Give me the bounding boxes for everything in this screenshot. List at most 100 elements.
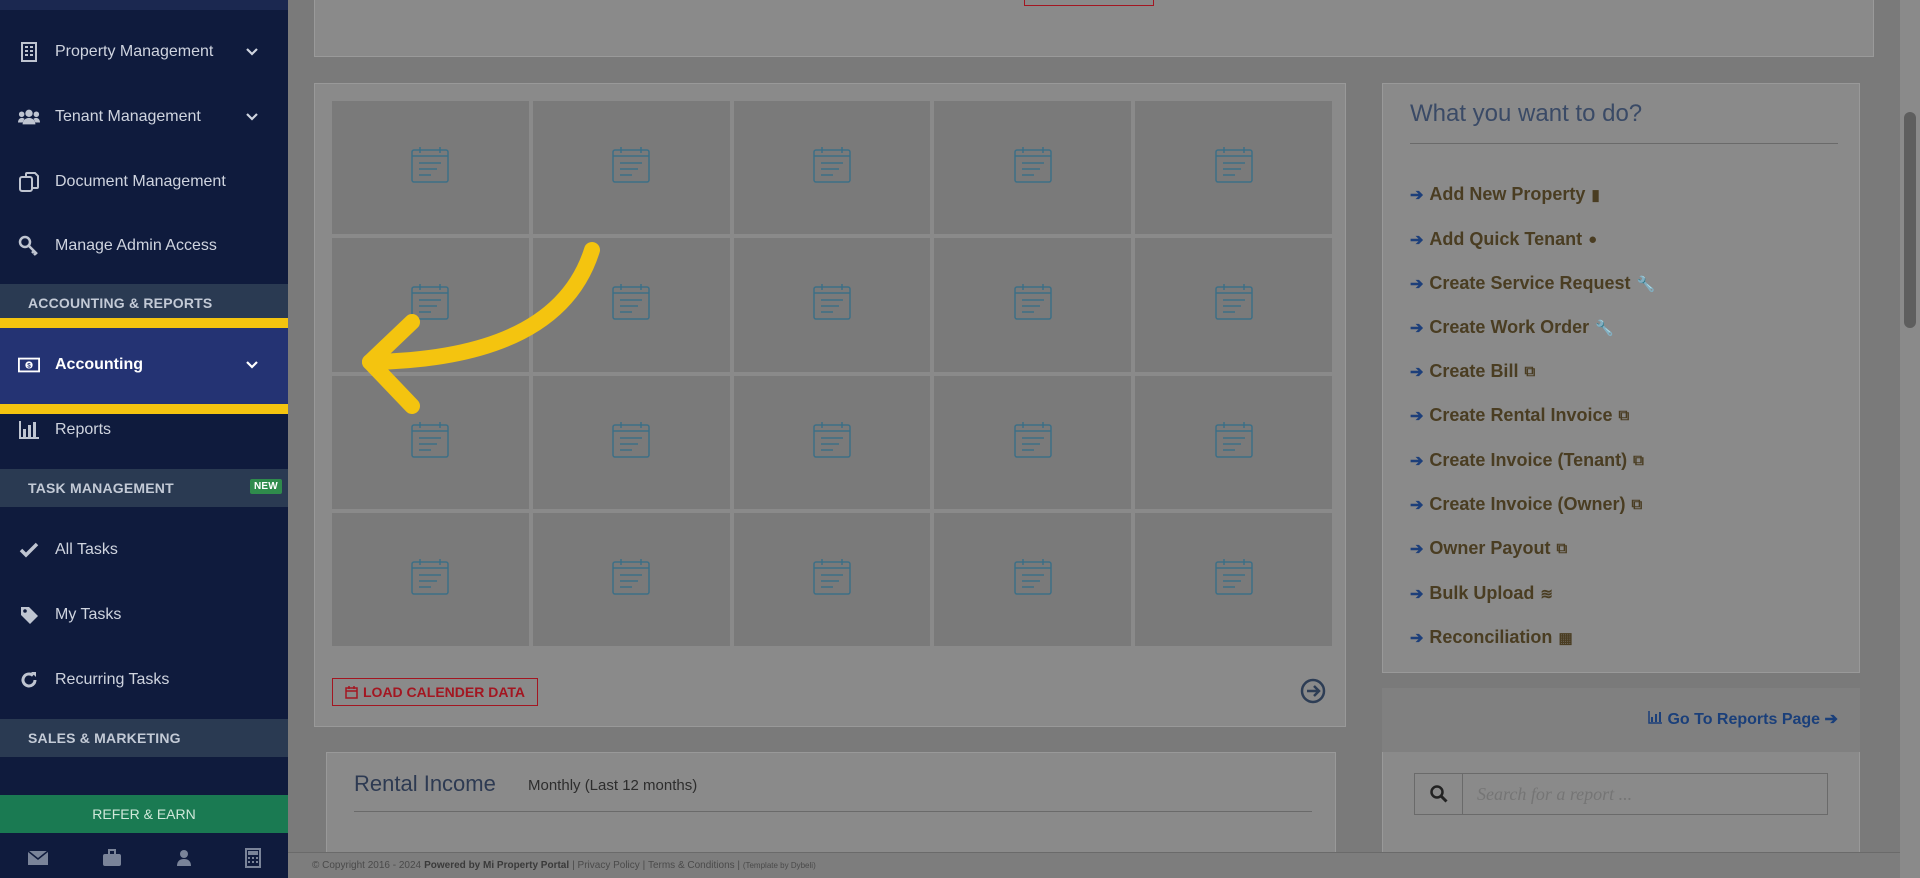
calendar-footer: LOAD CALENDER DATA (332, 664, 1332, 712)
sidebar-item-label: Manage Admin Access (55, 237, 217, 254)
calendar-cell[interactable] (934, 512, 1132, 646)
key-icon (18, 235, 40, 257)
sidebar-item-recurring-tasks[interactable]: Recurring Tasks (0, 648, 288, 712)
search-icon[interactable] (1415, 774, 1463, 814)
building-icon: ▮ (1591, 186, 1600, 204)
footer-privacy-link[interactable]: Privacy Policy (578, 860, 640, 871)
arrow-right-icon: ➔ (1410, 585, 1424, 603)
sidebar-item-document-management[interactable]: Document Management (0, 150, 288, 214)
todo-item-label: Create Invoice (Tenant) (1429, 450, 1628, 470)
section-accounting-reports: ACCOUNTING & REPORTS (0, 284, 288, 322)
users-icon (18, 106, 40, 128)
todo-item-create-work-order[interactable]: ➔ Create Work Order 🔧 (1410, 317, 1614, 338)
copy-outline-icon: ⧉ (1556, 540, 1568, 557)
sidebar-item-all-tasks[interactable]: All Tasks (0, 518, 288, 582)
calendar-cell[interactable] (934, 238, 1132, 372)
load-calendar-button[interactable]: LOAD CALENDER DATA (332, 678, 539, 706)
scrollbar-thumb[interactable] (1904, 112, 1916, 328)
sidebar-item-tenant-management[interactable]: Tenant Management (0, 85, 288, 149)
calendar-note-icon (1013, 557, 1053, 602)
todo-item-create-invoice-tenant[interactable]: ➔ Create Invoice (Tenant) ⧉ (1410, 450, 1644, 471)
calendar-note-icon (410, 145, 450, 190)
top-button-outline[interactable] (1024, 0, 1154, 6)
calendar-note-icon (1013, 282, 1053, 327)
calendar-cell[interactable] (934, 101, 1132, 235)
calendar-cell[interactable] (733, 375, 931, 509)
copy-icon: ⧉ (1524, 363, 1536, 380)
mail-icon[interactable] (27, 849, 49, 871)
refresh-icon (18, 669, 40, 691)
arrow-right-icon: ➔ (1410, 186, 1424, 204)
todo-item-bulk-upload[interactable]: ➔ Bulk Upload ≋ (1410, 583, 1553, 604)
section-task-management: TASK MANAGEMENT NEW (0, 469, 288, 507)
user-icon[interactable] (176, 849, 192, 872)
section-sales-marketing: SALES & MARKETING (0, 719, 288, 757)
arrow-right-icon: ➔ (1410, 540, 1424, 558)
calendar-icon (345, 685, 358, 699)
calendar-cell[interactable] (1135, 512, 1332, 646)
sidebar-item-manage-admin-access[interactable]: Manage Admin Access (0, 214, 288, 278)
todo-item-label: Bulk Upload (1429, 583, 1535, 603)
todo-item-label: Create Work Order (1429, 317, 1590, 337)
refer-earn-button[interactable]: REFER & EARN (0, 795, 288, 833)
todo-item-create-service-request[interactable]: ➔ Create Service Request 🔧 (1410, 273, 1655, 294)
calendar-cell[interactable] (934, 375, 1132, 509)
todo-item-add-new-property[interactable]: ➔ Add New Property ▮ (1410, 184, 1600, 205)
footer-powered[interactable]: Powered by Mi Property Portal (424, 860, 569, 871)
todo-item-owner-payout[interactable]: ➔ Owner Payout ⧉ (1410, 538, 1567, 559)
sidebar-item-label: Property Management (55, 43, 214, 60)
todo-item-create-invoice-owner[interactable]: ➔ Create Invoice (Owner) ⧉ (1410, 494, 1642, 515)
calendar-cell[interactable] (1135, 101, 1332, 235)
calculator-icon[interactable] (245, 847, 262, 873)
calendar-cell[interactable] (1135, 238, 1332, 372)
sidebar-item-label: Reports (55, 421, 112, 438)
sidebar-item-label: My Tasks (55, 606, 122, 623)
page-footer: © Copyright 2016 - 2024 Powered by Mi Pr… (288, 852, 1920, 878)
todo-item-create-rental-invoice[interactable]: ➔ Create Rental Invoice ⧉ (1410, 405, 1629, 426)
load-calendar-label: LOAD CALENDER DATA (363, 684, 526, 700)
tag-icon (18, 604, 40, 626)
calendar-cell[interactable] (532, 512, 730, 646)
calendar-note-icon (1214, 420, 1254, 465)
sidebar-item-my-tasks[interactable]: My Tasks (0, 583, 288, 647)
calendar-note-icon (1214, 557, 1254, 602)
sidebar-item-label: Tenant Management (55, 108, 201, 125)
footer-template: (Template by Dybeli) (742, 861, 816, 870)
chevron-down-icon (246, 110, 258, 124)
calendar-cell[interactable] (1135, 375, 1332, 509)
go-to-reports-label: Go To Reports Page (1667, 711, 1821, 728)
footer-sep: | (734, 860, 743, 871)
briefcase-icon[interactable] (102, 848, 122, 872)
database-icon: ≋ (1540, 585, 1553, 603)
go-to-reports-link[interactable]: Go To Reports Page ➔ (1648, 709, 1838, 729)
footer-copyright: © Copyright 2016 - 2024 (312, 860, 422, 871)
todo-item-create-bill[interactable]: ➔ Create Bill ⧉ (1410, 361, 1535, 382)
arrow-right-icon: ➔ (1410, 275, 1424, 293)
calendar-cell[interactable] (733, 512, 931, 646)
todo-item-label: Add New Property (1429, 184, 1586, 204)
calendar-cell[interactable] (532, 101, 730, 235)
building-icon (18, 41, 40, 63)
calendar-cell[interactable] (733, 101, 931, 235)
copy-icon: ⧉ (1631, 496, 1643, 513)
todo-item-reconciliation[interactable]: ➔ Reconciliation ▦ (1410, 627, 1573, 648)
todo-item-label: Create Bill (1429, 361, 1519, 381)
footer-terms-link[interactable]: Terms & Conditions (648, 860, 735, 871)
calendar-cell[interactable] (733, 238, 931, 372)
calendar-note-icon (1214, 145, 1254, 190)
tutorial-arrow (362, 242, 600, 414)
sidebar-item-property-management[interactable]: Property Management (0, 20, 288, 84)
calendar-cell[interactable] (332, 512, 529, 646)
highlight-frame (0, 318, 311, 414)
bar-chart-icon (1648, 711, 1663, 728)
calendar-cell[interactable] (332, 101, 529, 235)
wrench-icon: 🔧 (1595, 319, 1614, 337)
calendar-note-icon (1013, 145, 1053, 190)
todo-item-add-quick-tenant[interactable]: ➔ Add Quick Tenant ● (1410, 229, 1597, 250)
rental-income-divider (354, 811, 1312, 812)
arrow-right-circle-icon[interactable] (1300, 678, 1326, 710)
calendar-note-icon (812, 282, 852, 327)
sidebar-item-label: Document Management (55, 173, 226, 190)
report-search-input[interactable] (1463, 774, 1827, 814)
calculator-icon: ▦ (1558, 629, 1573, 647)
